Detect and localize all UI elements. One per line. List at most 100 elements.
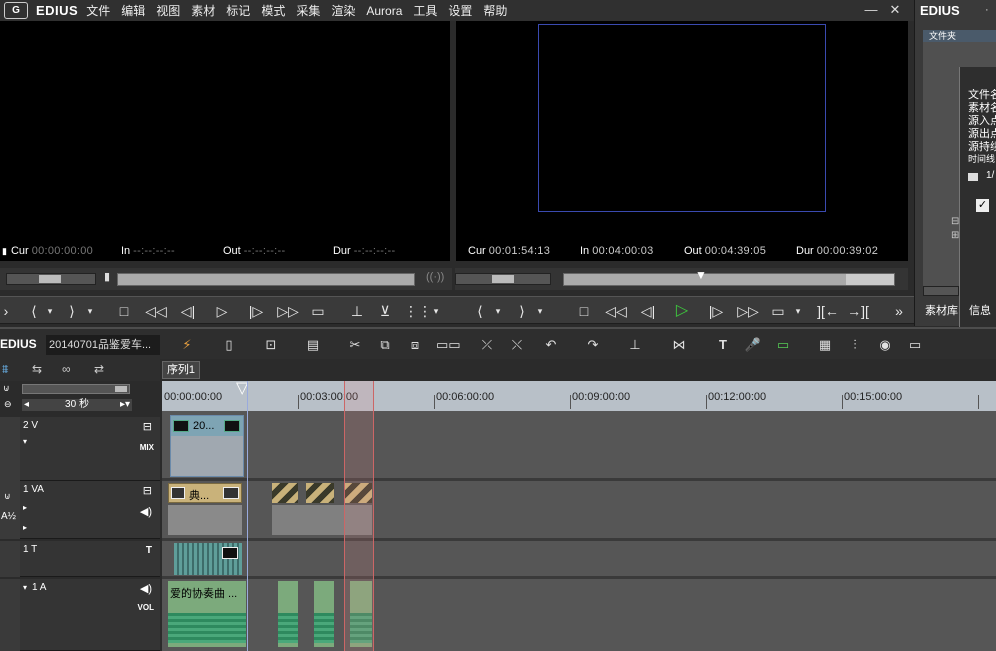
recorder-timeline-slider[interactable] xyxy=(563,273,895,286)
timeline-tracks-area[interactable]: 20... 典... 爱的协奏曲 ... xyxy=(162,411,996,651)
mixer-icon[interactable]: ⫶ xyxy=(844,336,866,354)
track-1va-expand-icon[interactable]: ▸ xyxy=(23,503,27,512)
new-sequence-icon[interactable]: ▯ xyxy=(218,336,240,354)
close-button[interactable]: ✕ xyxy=(886,2,904,18)
recorder-step-back-icon[interactable]: ◁| xyxy=(636,301,660,321)
menu-edit[interactable]: 编辑 xyxy=(121,2,145,19)
clip-title[interactable] xyxy=(174,543,242,575)
clip-va-video[interactable]: 典... xyxy=(168,483,242,503)
timescale-selector[interactable]: ◂ 30 秒 ▸▾ xyxy=(22,399,132,411)
bin-close-icon[interactable]: · xyxy=(985,4,989,16)
link-icon[interactable]: ∞ xyxy=(62,362,71,376)
grid-icon[interactable]: ▦ xyxy=(814,336,836,354)
recorder-position-marker[interactable]: ▼ xyxy=(695,268,707,282)
menu-mode[interactable]: 模式 xyxy=(261,2,285,19)
track-lock-icon[interactable]: ⊖ xyxy=(4,399,12,410)
project-name[interactable]: 20140701品鉴爱车... xyxy=(46,335,160,355)
player-set-out-icon[interactable]: ⟩ xyxy=(62,301,82,321)
track-2v[interactable]: 2 V ⊟ ▾ MIX xyxy=(20,417,160,481)
recorder-fast-forward-icon[interactable]: ▷▷ xyxy=(734,301,762,321)
track-1a-expand-icon[interactable]: ▾ xyxy=(23,583,27,592)
clip-va-audio[interactable] xyxy=(168,505,242,535)
track-collapse-icon[interactable]: ⊍ xyxy=(3,383,10,394)
recorder-set-out-icon[interactable]: ⟩ xyxy=(512,301,532,321)
menu-render[interactable]: 渲染 xyxy=(331,2,355,19)
player-play-icon[interactable]: ▷ xyxy=(210,301,234,321)
insert-to-timeline-icon[interactable]: ⊥ xyxy=(346,301,368,321)
copy-icon[interactable]: ⧉ xyxy=(374,336,396,354)
timescale-left-icon[interactable]: ◂ xyxy=(24,399,29,411)
save-icon[interactable]: ▤ xyxy=(302,336,324,354)
player-prev-icon[interactable]: › xyxy=(0,301,12,321)
clip-audio-2[interactable] xyxy=(278,581,298,647)
menu-help[interactable]: 帮助 xyxy=(483,2,507,19)
menu-capture[interactable]: 采集 xyxy=(296,2,320,19)
recorder-loop-play-icon[interactable]: ▭ xyxy=(766,301,790,321)
bin-tab[interactable]: 素材库 xyxy=(925,302,958,318)
recorder-stop-icon[interactable]: □ xyxy=(572,301,596,321)
three-point-edit-icon[interactable]: ⋮⋮ xyxy=(404,301,432,321)
open-project-icon[interactable]: ⊡ xyxy=(260,336,282,354)
player-step-forward-icon[interactable]: |▷ xyxy=(244,301,268,321)
player-rewind-icon[interactable]: ◁◁ xyxy=(142,301,170,321)
recorder-out-dropdown-icon[interactable]: ▾ xyxy=(534,301,546,321)
menu-file[interactable]: 文件 xyxy=(86,2,110,19)
player-out-dropdown-icon[interactable]: ▾ xyxy=(84,301,96,321)
track-1a[interactable]: ▾ 1 A ◀) VOL xyxy=(20,579,160,651)
timescale-right-icon[interactable]: ▸▾ xyxy=(120,399,130,411)
player-more-dropdown-icon[interactable]: ▾ xyxy=(430,301,442,321)
add-marker-icon[interactable]: ⊥ xyxy=(624,336,646,354)
player-fast-forward-icon[interactable]: ▷▷ xyxy=(274,301,302,321)
replace-icon[interactable]: ▭▭ xyxy=(436,336,461,354)
ripple-delete-icon[interactable]: ⤬ xyxy=(506,336,528,354)
recorder-set-in-icon[interactable]: ⟨ xyxy=(470,301,490,321)
delete-clip-icon[interactable]: ⤫ xyxy=(476,336,498,354)
title-icon[interactable]: T xyxy=(712,336,734,354)
va-audio-patch-label[interactable]: A½ xyxy=(1,511,16,522)
recorder-rewind-icon[interactable]: ◁◁ xyxy=(602,301,630,321)
clip-2v[interactable]: 20... xyxy=(170,415,244,477)
track-1va-expand-icon-2[interactable]: ▸ xyxy=(23,523,27,532)
menu-clip[interactable]: 素材 xyxy=(191,2,215,19)
track-1va-video-icon[interactable]: ⊟ xyxy=(143,484,152,497)
track-1va[interactable]: 1 VA ⊟ ▸ ◀) ▸ xyxy=(20,481,160,539)
folder-tab[interactable]: 文件夹 xyxy=(923,30,996,42)
menu-marker[interactable]: 标记 xyxy=(226,2,250,19)
va-patch-icon[interactable]: ⊍ xyxy=(4,491,11,502)
go-to-next-edit-icon[interactable]: →][ xyxy=(846,301,870,321)
clip-audio-1[interactable]: 爱的协奏曲 ... xyxy=(168,581,246,647)
recorder-step-forward-icon[interactable]: |▷ xyxy=(704,301,728,321)
zoom-slider[interactable] xyxy=(22,384,130,394)
sync-lock-icon[interactable]: ⇆ xyxy=(32,362,42,376)
paste-icon[interactable]: ⧈ xyxy=(404,336,426,354)
recorder-shuttle[interactable] xyxy=(455,273,551,285)
track-1a-audio-icon[interactable]: ◀) xyxy=(140,582,152,595)
player-in-dropdown-icon[interactable]: ▾ xyxy=(44,301,56,321)
player-timeline-slider[interactable] xyxy=(117,273,415,286)
player-step-back-icon[interactable]: ◁| xyxy=(176,301,200,321)
recorder-in-dropdown-icon[interactable]: ▾ xyxy=(492,301,504,321)
player-shuttle[interactable] xyxy=(6,273,96,285)
menu-tools[interactable]: 工具 xyxy=(413,2,437,19)
tab-sequence-1[interactable]: 序列1 xyxy=(162,361,200,379)
loop-icon[interactable]: ((·)) xyxy=(426,271,444,283)
recorder-monitor[interactable]: Cur 00:01:54:13 In 00:04:00:03 Out 00:04:39… xyxy=(456,21,908,261)
menu-settings[interactable]: 设置 xyxy=(448,2,472,19)
clip-va-2[interactable] xyxy=(272,483,298,503)
cut-icon[interactable]: ✂ xyxy=(344,336,366,354)
minimize-button[interactable]: — xyxy=(862,2,880,17)
player-set-in-icon[interactable]: ⟨ xyxy=(24,301,44,321)
track-1t[interactable]: 1 T T xyxy=(20,541,160,577)
clip-audio-3[interactable] xyxy=(314,581,334,647)
export-icon[interactable]: ▭ xyxy=(772,336,794,354)
track-2v-video-icon[interactable]: ⊟ xyxy=(143,420,152,433)
recorder-more-icon[interactable]: » xyxy=(892,301,906,321)
timeline-ruler[interactable]: 00:00:00:00 00:03:00:00 00:06:00:00 00:0… xyxy=(162,381,996,411)
layout-icon[interactable]: ▭ xyxy=(904,336,926,354)
bin-h-scrollbar[interactable] xyxy=(923,286,959,296)
recorder-loop-dropdown-icon[interactable]: ▾ xyxy=(792,301,804,321)
inout-selection[interactable] xyxy=(344,381,374,651)
menu-aurora[interactable]: Aurora xyxy=(366,4,402,18)
track-1va-audio-icon[interactable]: ◀) xyxy=(140,505,152,518)
player-monitor[interactable]: ▮ Cur 00:00:00:00 In --:--:--:-- Out --:--:… xyxy=(0,21,450,261)
